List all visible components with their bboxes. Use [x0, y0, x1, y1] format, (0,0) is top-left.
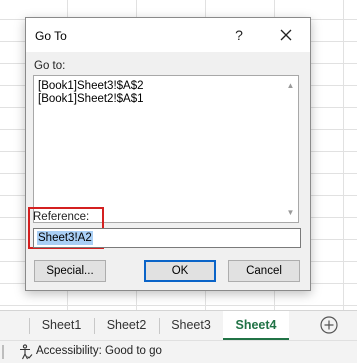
help-button[interactable]: ?	[228, 24, 250, 46]
list-item[interactable]: [Book1]Sheet2!$A$1	[38, 93, 144, 105]
reference-input[interactable]: Sheet3!A2	[33, 228, 301, 248]
cancel-button[interactable]: Cancel	[228, 260, 300, 282]
goto-dialog: Go To ? Go to: [Book1]Sheet3!$A$2 [Book1…	[25, 17, 311, 291]
tab-sheet4[interactable]: Sheet4	[223, 311, 289, 340]
tab-sheet1[interactable]: Sheet1	[30, 311, 93, 340]
close-icon[interactable]	[275, 24, 297, 46]
list-item[interactable]: [Book1]Sheet3!$A$2	[38, 80, 144, 92]
tab-sheet3[interactable]: Sheet3	[160, 311, 222, 340]
ok-button[interactable]: OK	[144, 260, 216, 282]
scroll-up-icon[interactable]: ▲	[283, 78, 298, 93]
special-button[interactable]: Special...	[34, 260, 106, 282]
accessibility-icon[interactable]	[19, 344, 33, 360]
tab-sheet2[interactable]: Sheet2	[95, 311, 158, 340]
add-sheet-icon[interactable]	[319, 315, 339, 335]
accessibility-status[interactable]: Accessibility: Good to go	[36, 345, 162, 357]
status-bar: Accessibility: Good to go	[0, 340, 357, 363]
reference-label: Reference:	[33, 211, 90, 223]
reference-value[interactable]: Sheet3!A2	[37, 231, 93, 245]
sheet-tab-bar: Sheet1 Sheet2 Sheet3 Sheet4	[0, 310, 357, 341]
dialog-titlebar: Go To ?	[26, 18, 310, 52]
list-scrollbar[interactable]: ▲ ▼	[283, 76, 298, 222]
status-divider	[2, 345, 4, 359]
dialog-title: Go To	[35, 29, 67, 43]
goto-label: Go to:	[34, 60, 66, 72]
goto-list[interactable]: [Book1]Sheet3!$A$2 [Book1]Sheet2!$A$1 ▲ …	[33, 75, 299, 223]
scroll-down-icon[interactable]: ▼	[283, 205, 298, 220]
